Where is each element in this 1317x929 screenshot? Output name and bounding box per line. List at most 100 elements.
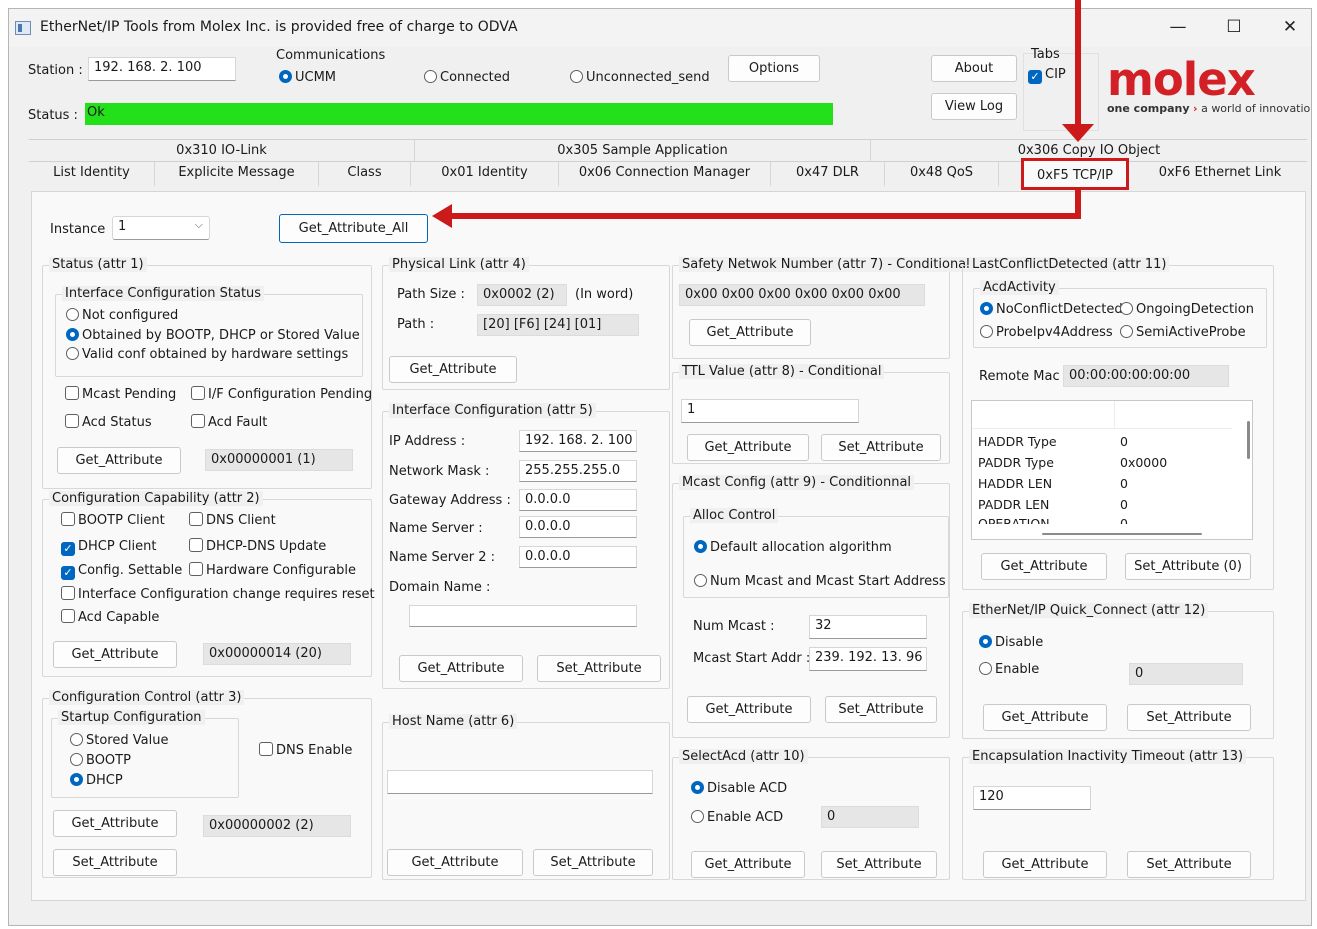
disable-acd-radio[interactable]: Disable ACD [691, 780, 787, 798]
dhcp-dns-update-checkbox[interactable]: DHCP-DNS Update [189, 538, 326, 556]
ttl-group: TTL Value (attr 8) - Conditional 1 Get_A… [672, 364, 950, 464]
config-settable-checkbox[interactable]: ✓ Config. Settable [61, 562, 182, 580]
tab-dlr[interactable]: 0x47 DLR [771, 162, 885, 186]
mcast-pending-checkbox[interactable]: Mcast Pending [65, 386, 176, 404]
probe-ipv4-radio[interactable]: ProbeIpv4Address [980, 324, 1113, 342]
domain-name-field[interactable] [409, 605, 637, 627]
host-name-get-attribute-button[interactable]: Get_Attribute [387, 849, 523, 876]
quick-connect-set-attribute-button[interactable]: Set_Attribute [1127, 704, 1251, 731]
ttl-set-attribute-button[interactable]: Set_Attribute [821, 434, 941, 461]
num-mcast-field[interactable]: 32 [809, 615, 927, 639]
dns-client-checkbox[interactable]: DNS Client [189, 512, 276, 530]
path-size-label: Path Size : [397, 287, 465, 302]
bootp-radio[interactable]: BOOTP [70, 752, 131, 770]
safety-get-attribute-button[interactable]: Get_Attribute [689, 319, 811, 346]
bootp-client-checkbox[interactable]: BOOTP Client [61, 512, 165, 530]
get-attribute-all-button[interactable]: Get_Attribute_All [279, 214, 428, 243]
interface-get-attribute-button[interactable]: Get_Attribute [399, 655, 523, 682]
ongoing-detection-radio[interactable]: OngoingDetection [1120, 301, 1254, 319]
tab-qos[interactable]: 0x48 QoS [885, 162, 999, 186]
acd-status-checkbox[interactable]: Acd Status [65, 414, 152, 432]
valid-conf-hardware-radio[interactable]: Valid conf obtained by hardware settings [66, 346, 348, 364]
dhcp-client-checkbox[interactable]: ✓ DHCP Client [61, 538, 156, 556]
interface-set-attribute-button[interactable]: Set_Attribute [537, 655, 661, 682]
stored-value-radio[interactable]: Stored Value [70, 732, 168, 750]
semi-active-probe-radio[interactable]: SemiActiveProbe [1120, 324, 1246, 342]
checkbox-icon [65, 386, 79, 400]
comm-ucmm-radio[interactable]: UCMM [279, 69, 336, 87]
tab-ethernet-link[interactable]: 0xF6 Ethernet Link [1133, 162, 1307, 186]
conflict-set-attribute-button[interactable]: Set_Attribute (0) [1125, 553, 1251, 580]
comm-unconnected-radio[interactable]: Unconnected_send [570, 69, 710, 87]
name-server-2-field[interactable]: 0.0.0.0 [519, 546, 637, 568]
list-item: PADDR LEN 0 [978, 497, 1128, 512]
physical-link-title: Physical Link (attr 4) [389, 257, 529, 272]
conflict-details-list[interactable]: HADDR Type 0 PADDR Type 0x0000 HADDR LEN… [971, 400, 1253, 540]
comm-connected-radio[interactable]: Connected [424, 69, 510, 87]
tab-explicite-message[interactable]: Explicite Message [155, 162, 319, 186]
not-configured-radio[interactable]: Not configured [66, 307, 178, 325]
host-name-field[interactable] [387, 770, 653, 794]
acd-set-attribute-button[interactable]: Set_Attribute [821, 851, 937, 878]
app-icon [15, 21, 31, 35]
quick-connect-disable-radio[interactable]: Disable [979, 634, 1043, 652]
control-get-attribute-button[interactable]: Get_Attribute [53, 810, 177, 837]
app-window: EtherNet/IP Tools from Molex Inc. is pro… [8, 8, 1312, 926]
no-conflict-radio[interactable]: NoConflictDetected [980, 301, 1123, 319]
station-input[interactable]: 192. 168. 2. 100 [88, 57, 236, 81]
ip-address-field[interactable]: 192. 168. 2. 100 [519, 430, 637, 452]
name-server-field[interactable]: 0.0.0.0 [519, 516, 637, 538]
tab-identity[interactable]: 0x01 Identity [411, 162, 559, 186]
cip-checkbox[interactable]: ✓ CIP [1028, 66, 1066, 84]
if-config-pending-checkbox[interactable]: I/F Configuration Pending [191, 386, 372, 404]
mcast-start-addr-field[interactable]: 239. 192. 13. 96 [809, 647, 927, 671]
hardware-configurable-checkbox[interactable]: Hardware Configurable [189, 562, 356, 580]
tabs-label: Tabs [1031, 47, 1060, 62]
num-mcast-start-radio[interactable]: Num Mcast and Mcast Start Address [694, 573, 946, 591]
encap-timeout-field[interactable]: 120 [973, 786, 1091, 810]
encap-get-attribute-button[interactable]: Get_Attribute [983, 851, 1107, 878]
maximize-button[interactable]: ☐ [1212, 13, 1256, 41]
physical-link-get-attribute-button[interactable]: Get_Attribute [389, 356, 517, 383]
minimize-button[interactable]: — [1156, 13, 1200, 41]
ttl-get-attribute-button[interactable]: Get_Attribute [687, 434, 809, 461]
mcast-set-attribute-button[interactable]: Set_Attribute [825, 696, 937, 723]
about-button[interactable]: About [931, 55, 1017, 82]
dns-enable-checkbox[interactable]: DNS Enable [259, 742, 352, 760]
domain-name-label: Domain Name : [389, 580, 491, 595]
gateway-address-field[interactable]: 0.0.0.0 [519, 489, 637, 511]
dhcp-radio[interactable]: DHCP [70, 772, 123, 790]
molex-logo: molex one company › a world of innovatio… [1107, 55, 1311, 121]
tab-list-identity[interactable]: List Identity [29, 162, 155, 186]
quick-connect-enable-radio[interactable]: Enable [979, 661, 1039, 679]
options-button[interactable]: Options [728, 55, 820, 82]
conflict-get-attribute-button[interactable]: Get_Attribute [981, 553, 1107, 580]
default-allocation-radio[interactable]: Default allocation algorithm [694, 539, 892, 557]
obtained-bootp-radio[interactable]: Obtained by BOOTP, DHCP or Stored Value [66, 327, 360, 345]
horizontal-scrollbar[interactable] [1042, 533, 1202, 535]
quick-connect-get-attribute-button[interactable]: Get_Attribute [983, 704, 1107, 731]
ttl-field[interactable]: 1 [681, 399, 859, 423]
mcast-get-attribute-button[interactable]: Get_Attribute [687, 696, 811, 723]
host-name-set-attribute-button[interactable]: Set_Attribute [533, 849, 653, 876]
encap-set-attribute-button[interactable]: Set_Attribute [1127, 851, 1251, 878]
network-mask-field[interactable]: 255.255.255.0 [519, 460, 637, 482]
vertical-scrollbar[interactable] [1247, 421, 1250, 459]
tab-class[interactable]: Class [319, 162, 411, 186]
physical-link-group: Physical Link (attr 4) Path Size : 0x000… [382, 257, 670, 390]
checkbox-icon [65, 414, 79, 428]
control-set-attribute-button[interactable]: Set_Attribute [53, 849, 177, 876]
instance-select[interactable]: 1 ⌵ [112, 216, 210, 240]
acd-capable-checkbox[interactable]: Acd Capable [61, 609, 159, 627]
close-button[interactable]: ✕ [1268, 13, 1311, 41]
ttl-title: TTL Value (attr 8) - Conditional [679, 364, 885, 379]
config-change-reset-checkbox[interactable]: Interface Configuration change requires … [61, 586, 375, 604]
enable-acd-radio[interactable]: Enable ACD [691, 809, 783, 827]
status-get-attribute-button[interactable]: Get_Attribute [57, 447, 181, 474]
acd-fault-checkbox[interactable]: Acd Fault [191, 414, 267, 432]
tab-connection-manager[interactable]: 0x06 Connection Manager [559, 162, 771, 186]
capability-get-attribute-button[interactable]: Get_Attribute [53, 641, 177, 668]
tab-tcp-ip[interactable]: 0xF5 TCP/IP [1021, 158, 1129, 190]
view-log-button[interactable]: View Log [931, 93, 1017, 120]
acd-get-attribute-button[interactable]: Get_Attribute [691, 851, 805, 878]
